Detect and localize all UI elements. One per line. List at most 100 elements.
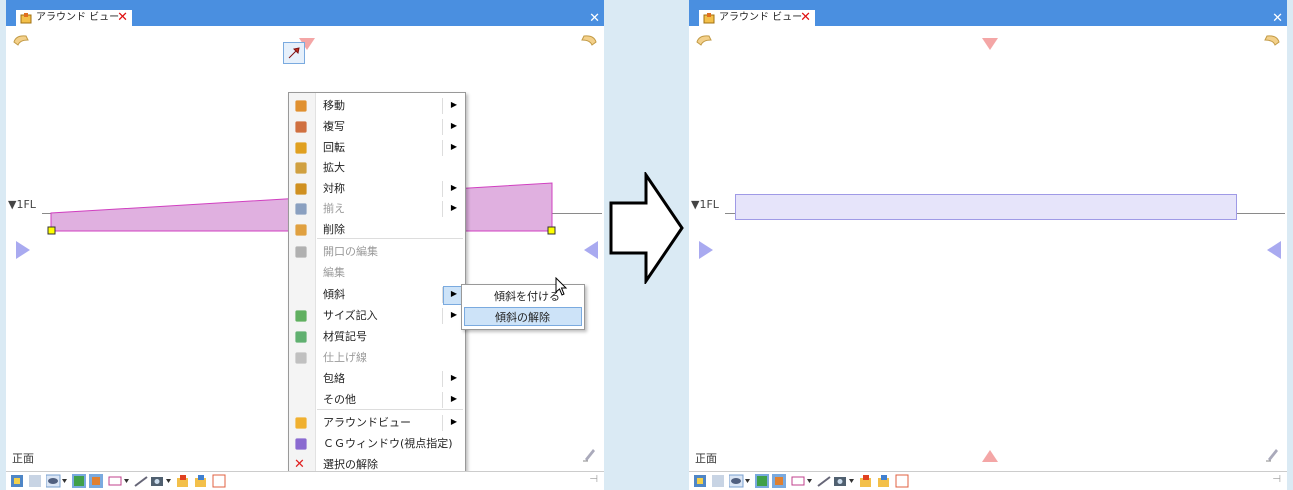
- view-canvas[interactable]: ▼1FL 正面: [689, 26, 1287, 472]
- window-close-icon[interactable]: ✕: [589, 12, 600, 26]
- deselect-icon: ✕: [294, 457, 305, 472]
- snap-toggle-icon[interactable]: [89, 474, 103, 488]
- menu-item-material[interactable]: 材質記号: [289, 327, 465, 347]
- camera-dropdown-icon[interactable]: [150, 474, 172, 488]
- menu-item-label: 複写: [323, 120, 345, 133]
- submenu-arrow-icon[interactable]: ▶: [451, 310, 457, 319]
- view-mode-2-icon[interactable]: [28, 474, 42, 488]
- submenu-arrow-icon[interactable]: ▶: [451, 142, 457, 151]
- window-icon[interactable]: [895, 474, 909, 488]
- grip-handle-left: [47, 226, 56, 235]
- frame-dropdown-icon[interactable]: [108, 474, 130, 488]
- menu-item-mirror[interactable]: 対称 ▶: [289, 179, 465, 199]
- camera-dropdown-icon[interactable]: [833, 474, 855, 488]
- menu-item-opening-edit[interactable]: 開口の編集: [289, 242, 465, 262]
- nav-left-arrow-icon[interactable]: [699, 241, 713, 259]
- window-close-icon[interactable]: ✕: [1272, 12, 1283, 26]
- window-icon[interactable]: [212, 474, 226, 488]
- nav-top-arrow-icon[interactable]: [982, 38, 998, 50]
- menu-item-delete[interactable]: 削除: [289, 220, 465, 240]
- grid-toggle-icon[interactable]: [755, 474, 769, 488]
- menu-item-slope[interactable]: 傾斜 ▶: [289, 285, 465, 305]
- view-mode-icon[interactable]: [693, 474, 707, 488]
- rotate-left-icon[interactable]: [12, 32, 30, 50]
- menu-separator: [317, 409, 463, 410]
- nav-right-arrow-icon[interactable]: [1267, 241, 1281, 259]
- nav-bottom-arrow-icon[interactable]: [982, 450, 998, 462]
- around-view-panel-after: アラウンド ビュー ✕ ✕ ▼1FL 正面 ⊣: [689, 0, 1287, 490]
- menu-item-label: 削除: [323, 223, 345, 236]
- view-mode-2-icon[interactable]: [711, 474, 725, 488]
- menu-item-finish-line[interactable]: 仕上げ線: [289, 348, 465, 368]
- menu-item-rotate[interactable]: 回転 ▶: [289, 138, 465, 158]
- move-icon: [295, 100, 307, 112]
- tab-around-view[interactable]: アラウンド ビュー ✕: [16, 10, 132, 26]
- frame-dropdown-icon[interactable]: [791, 474, 813, 488]
- edit-handle-button[interactable]: [283, 42, 305, 64]
- menu-item-envelope[interactable]: 包絡 ▶: [289, 369, 465, 389]
- menu-item-label: 移動: [323, 99, 345, 112]
- slope-icon: [294, 288, 308, 302]
- eraser-icon[interactable]: [582, 446, 596, 462]
- dimension-icon: [295, 310, 307, 322]
- envelope-icon: [294, 372, 308, 386]
- menu-item-label: サイズ記入: [323, 309, 378, 322]
- rotate-right-icon[interactable]: [1263, 32, 1281, 50]
- tab-close-icon[interactable]: ✕: [800, 10, 811, 26]
- grid-toggle-icon[interactable]: [72, 474, 86, 488]
- rotate-left-icon[interactable]: [695, 32, 713, 50]
- submenu-arrow-icon[interactable]: ▶: [451, 121, 457, 130]
- flat-slab[interactable]: [735, 194, 1237, 220]
- eraser-icon[interactable]: [1265, 446, 1279, 462]
- menu-item-copy[interactable]: 複写 ▶: [289, 117, 465, 137]
- menu-item-label: 仕上げ線: [323, 351, 367, 364]
- menu-item-other[interactable]: その他 ▶: [289, 390, 465, 410]
- submenu-arrow-icon[interactable]: ▶: [451, 289, 457, 298]
- menu-item-align[interactable]: 揃え ▶: [289, 199, 465, 219]
- view-direction-label: 正面: [12, 452, 34, 465]
- nav-right-arrow-icon[interactable]: [584, 241, 598, 259]
- menu-item-label: 包絡: [323, 372, 345, 385]
- menu-item-label: 選択の解除: [323, 458, 378, 471]
- submenu-arrow-icon[interactable]: ▶: [451, 417, 457, 426]
- eye-dropdown-icon[interactable]: [46, 474, 68, 488]
- submenu-arrow-icon[interactable]: ▶: [451, 394, 457, 403]
- export-icon[interactable]: [176, 474, 190, 488]
- menu-item-around-view[interactable]: アラウンドビュー ▶: [289, 413, 465, 433]
- tab-around-view[interactable]: アラウンド ビュー ✕: [699, 10, 815, 26]
- view-mode-icon[interactable]: [10, 474, 24, 488]
- around-view-icon: [20, 13, 32, 24]
- eye-dropdown-icon[interactable]: [729, 474, 751, 488]
- snap-toggle-icon[interactable]: [772, 474, 786, 488]
- import-icon[interactable]: [194, 474, 208, 488]
- import-icon[interactable]: [877, 474, 891, 488]
- menu-item-label: 傾斜: [323, 288, 345, 301]
- menu-item-edit[interactable]: 編集: [289, 263, 465, 283]
- menu-item-scale[interactable]: 拡大: [289, 158, 465, 178]
- rotate-right-icon[interactable]: [580, 32, 598, 50]
- submenu-arrow-icon[interactable]: ▶: [451, 373, 457, 382]
- submenu-item-remove-slope[interactable]: 傾斜の解除: [464, 307, 582, 326]
- view-direction-label: 正面: [695, 452, 717, 465]
- submenu-arrow-icon[interactable]: ▶: [451, 183, 457, 192]
- submenu-arrow-icon[interactable]: ▶: [451, 203, 457, 212]
- submenu-arrow-icon[interactable]: ▶: [451, 100, 457, 109]
- export-icon[interactable]: [859, 474, 873, 488]
- menu-item-move[interactable]: 移動 ▶: [289, 96, 465, 116]
- menu-item-cg-window[interactable]: ＣＧウィンドウ(視点指定): [289, 434, 465, 454]
- menu-item-label: 編集: [323, 266, 345, 279]
- view-canvas[interactable]: ▼1FL 正面 移動 ▶ 複写 ▶ 回転 ▶ 拡大 対称 ▶ 揃え ▶ 削除 開口の編集 編集 傾斜 ▶ サイズ…: [6, 26, 604, 480]
- pin-icon[interactable]: ⊣: [589, 474, 598, 485]
- menu-item-dimension[interactable]: サイズ記入 ▶: [289, 306, 465, 326]
- panel-title-bar: アラウンド ビュー ✕ ✕: [6, 0, 604, 26]
- pin-icon[interactable]: ⊣: [1272, 474, 1281, 485]
- panel-title-bar: アラウンド ビュー ✕ ✕: [689, 0, 1287, 26]
- menu-item-label: 揃え: [323, 202, 345, 215]
- scale-icon: [295, 162, 307, 174]
- tab-close-icon[interactable]: ✕: [117, 10, 128, 26]
- transition-arrow-icon: [609, 172, 684, 284]
- submenu-divider: [442, 201, 443, 217]
- measure-icon[interactable]: [817, 474, 831, 488]
- nav-left-arrow-icon[interactable]: [16, 241, 30, 259]
- measure-icon[interactable]: [134, 474, 148, 488]
